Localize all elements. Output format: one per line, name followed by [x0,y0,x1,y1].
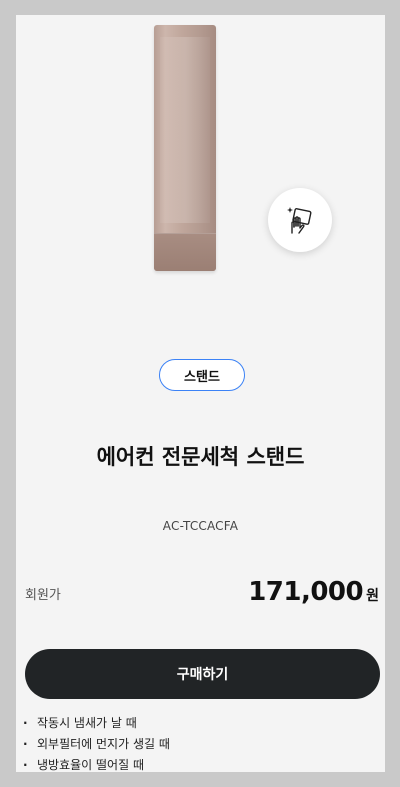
cleaning-hand-icon [268,188,332,252]
list-item: 냉방효율이 떨어질 때 [23,755,170,772]
image-highlight [160,37,210,223]
image-bottom-panel [154,233,216,271]
product-card: 스탠드 에어컨 전문세척 스탠드 AC-TCCACFA 회원가 171,000 … [16,15,385,772]
symptom-list: 작동시 냄새가 날 때 외부필터에 먼지가 생길 때 냉방효율이 떨어질 때 [23,713,170,772]
price-value: 171,000 [248,577,364,607]
product-title: 에어컨 전문세척 스탠드 [96,445,305,469]
list-item: 작동시 냄새가 날 때 [23,713,170,734]
buy-button[interactable]: 구매하기 [25,649,380,699]
price-unit: 원 [366,588,379,604]
air-conditioner-image [154,25,216,271]
category-chip: 스탠드 [159,359,245,391]
list-item: 외부필터에 먼지가 생길 때 [23,734,170,755]
price: 171,000 원 [248,577,379,607]
price-label: 회원가 [25,588,61,603]
model-code: AC-TCCACFA [162,519,239,533]
